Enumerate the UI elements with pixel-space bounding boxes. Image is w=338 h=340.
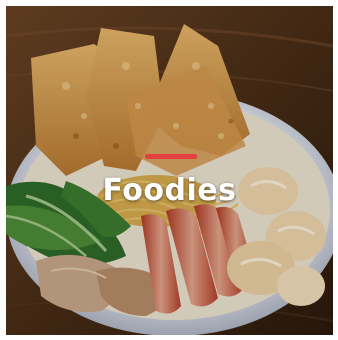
title-accent-bar bbox=[145, 154, 197, 159]
card-title: Foodies bbox=[102, 173, 237, 208]
category-card[interactable]: Foodies bbox=[6, 6, 333, 335]
image-overlay bbox=[6, 6, 333, 335]
